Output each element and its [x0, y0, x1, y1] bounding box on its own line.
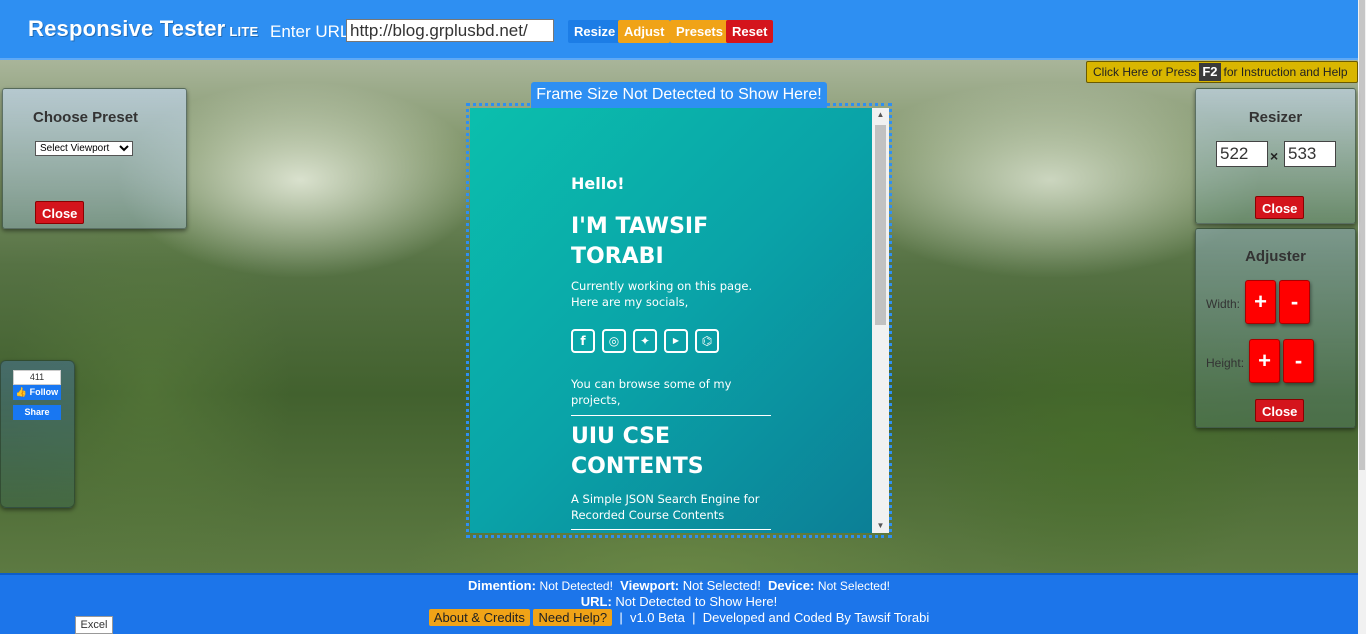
preset-panel-title: Choose Preset: [33, 109, 139, 126]
page-scrollbar[interactable]: [1358, 0, 1366, 634]
resizer-panel: Resizer 522 × 533 Close: [1195, 88, 1356, 224]
url-input[interactable]: [346, 19, 554, 42]
credit-text: Developed and Coded By Tawsif Torabi: [702, 610, 930, 625]
height-increase-button[interactable]: +: [1249, 339, 1280, 383]
viewport-label: Viewport:: [620, 578, 680, 593]
brand-name: Responsive Tester: [28, 16, 226, 41]
scroll-down-arrow-icon[interactable]: ▼: [872, 519, 889, 533]
site-hello: Hello!: [571, 174, 625, 193]
facebook-follow-button[interactable]: 👍 Follow: [13, 385, 61, 400]
divider: [571, 529, 771, 530]
preview-frame[interactable]: Hello! I'M TAWSIF TORABI Currently worki…: [466, 103, 892, 538]
social-icons: f ◎ ✦ ▶ ⌬: [571, 329, 719, 353]
facebook-share-button[interactable]: Share: [13, 405, 61, 420]
width-increase-button[interactable]: +: [1245, 280, 1276, 324]
header-bar: Responsive TesterLITE Enter URL: Resize …: [0, 0, 1358, 60]
site-description: Currently working on this page. Here are…: [571, 279, 753, 309]
frame-scrollbar[interactable]: ▲ ▼: [872, 108, 889, 533]
adjuster-panel: Adjuster Width: + - Height: + - Close: [1195, 228, 1356, 428]
device-value: Not Selected!: [817, 579, 890, 593]
site-browse-text: You can browse some of my projects,: [571, 377, 732, 407]
project-title[interactable]: UIU CSE CONTENTS: [571, 422, 771, 482]
footer-url-value: Not Detected to Show Here!: [615, 594, 778, 609]
need-help-button[interactable]: Need Help?: [533, 609, 613, 626]
footer-url-line: URL: Not Detected to Show Here!: [0, 594, 1358, 609]
height-decrease-button[interactable]: -: [1283, 339, 1314, 383]
resize-button[interactable]: Resize: [568, 20, 622, 43]
version-text: v1.0 Beta: [629, 610, 685, 625]
frame-scrollbar-thumb[interactable]: [875, 125, 886, 325]
adjuster-close-button[interactable]: Close: [1255, 399, 1305, 422]
adjust-button[interactable]: Adjust: [618, 20, 671, 43]
height-input[interactable]: 533: [1284, 141, 1336, 167]
adjuster-title: Adjuster: [1245, 248, 1306, 265]
app-title: Responsive Tester LITE: [28, 16, 258, 42]
width-decrease-button[interactable]: -: [1279, 280, 1310, 324]
viewport-select[interactable]: Select Viewport: [35, 141, 133, 156]
presets-button[interactable]: Presets: [670, 20, 729, 43]
dimension-label: Dimention:: [468, 578, 536, 593]
f2-key-badge: F2: [1199, 63, 1221, 81]
viewport-value: Not Selected!: [682, 578, 761, 593]
footer-url-label: URL:: [580, 594, 612, 609]
about-credits-button[interactable]: About & Credits: [428, 609, 530, 626]
social-widget: 411 👍 Follow Share: [0, 360, 75, 508]
preset-panel: Choose Preset Select Viewport Close: [2, 88, 187, 229]
width-label: Width:: [1206, 297, 1241, 311]
height-label: Height:: [1206, 356, 1245, 370]
twitter-icon[interactable]: ✦: [633, 329, 657, 353]
brand-suffix: LITE: [229, 24, 259, 39]
excel-tooltip: Excel: [75, 616, 113, 634]
footer-separator: |: [692, 610, 696, 625]
resizer-close-button[interactable]: Close: [1255, 196, 1305, 219]
site-name: I'M TAWSIF TORABI: [571, 214, 709, 269]
project-description: A Simple JSON Search Engine for Recorded…: [571, 492, 760, 522]
page-scrollbar-thumb[interactable]: [1359, 0, 1365, 470]
follow-label: Follow: [29, 387, 59, 397]
dimension-separator: ×: [1270, 148, 1279, 164]
reset-button[interactable]: Reset: [726, 20, 774, 43]
youtube-icon[interactable]: ▶: [664, 329, 688, 353]
dimension-value: Not Detected!: [539, 579, 613, 593]
url-label: Enter URL:: [270, 22, 355, 41]
facebook-icon[interactable]: f: [571, 329, 595, 353]
scroll-up-arrow-icon[interactable]: ▲: [872, 108, 889, 122]
footer-status-line: Dimention: Not Detected! Viewport: Not S…: [0, 578, 1358, 593]
divider: [571, 415, 771, 416]
preset-close-button[interactable]: Close: [35, 201, 85, 224]
instagram-icon[interactable]: ◎: [602, 329, 626, 353]
help-prefix: Click Here or Press: [1093, 65, 1197, 79]
help-suffix: for Instruction and Help: [1223, 65, 1348, 79]
help-link[interactable]: Click Here or Press F2 for Instruction and…: [1086, 61, 1358, 83]
footer-bar: Dimention: Not Detected! Viewport: Not S…: [0, 573, 1358, 634]
device-label: Device:: [768, 578, 815, 593]
thumbs-up-icon: 👍: [15, 387, 28, 397]
github-icon[interactable]: ⌬: [695, 329, 719, 353]
footer-separator: |: [619, 610, 623, 625]
width-input[interactable]: 522: [1216, 141, 1268, 167]
facebook-like-count: 411: [13, 370, 61, 385]
resizer-title: Resizer: [1248, 109, 1303, 126]
footer-links-line: About & Credits Need Help? | v1.0 Beta |…: [0, 609, 1358, 626]
preview-content: Hello! I'M TAWSIF TORABI Currently worki…: [470, 108, 872, 533]
